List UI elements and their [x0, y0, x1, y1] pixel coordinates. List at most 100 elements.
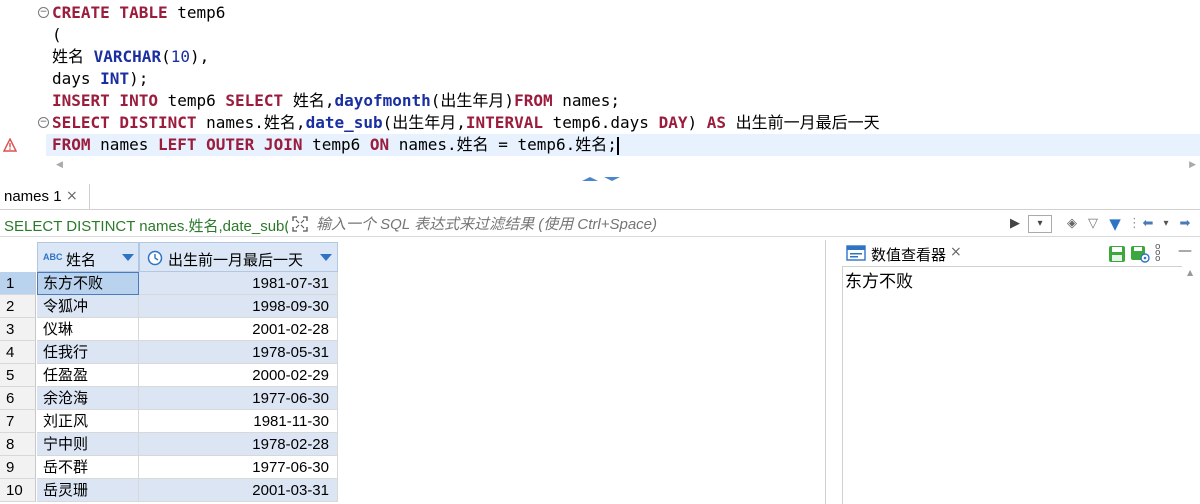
sql-token: names; [562, 91, 621, 110]
tab-value-viewer[interactable]: 数值查看器 × [842, 240, 972, 266]
row-number[interactable]: 8 [0, 433, 36, 456]
filter-icon[interactable]: ▼ [1106, 215, 1124, 233]
row-number[interactable]: 5 [0, 364, 36, 387]
row-number[interactable]: 10 [0, 479, 36, 502]
chevron-down-icon[interactable]: ▾ [1160, 215, 1172, 233]
table-row[interactable]: 6 余沧海 1977-06-30 [0, 387, 340, 410]
column-header-date[interactable]: 出生前一月最后一天 [139, 242, 338, 272]
column-header-label: 出生前一月最后一天 [168, 252, 304, 269]
close-icon[interactable]: × [66, 188, 78, 204]
clock-icon [147, 250, 163, 266]
filter-input[interactable] [316, 214, 996, 234]
sql-token: ( [52, 25, 62, 44]
sql-token: temp6 [167, 91, 226, 110]
row-number[interactable]: 6 [0, 387, 36, 410]
cell-date[interactable]: 1977-06-30 [139, 387, 338, 410]
table-row[interactable]: 5 任盈盈 2000-02-29 [0, 364, 340, 387]
column-sort-dropdown-icon[interactable] [320, 254, 332, 261]
table-row[interactable]: 1 东方不败 1981-07-31 [0, 272, 340, 295]
value-viewer-title: 数值查看器 [871, 247, 947, 264]
filter-history-dropdown-icon[interactable]: ▾ [1028, 215, 1052, 233]
sql-token: ) [687, 113, 707, 132]
cell-name[interactable]: 东方不败 [37, 272, 139, 295]
table-row[interactable]: 3 仪琳 2001-02-28 [0, 318, 340, 341]
cell-date[interactable]: 2001-02-28 [139, 318, 338, 341]
code-line: ( [52, 24, 62, 46]
close-icon[interactable]: × [950, 244, 962, 260]
save-icon[interactable] [1108, 245, 1126, 263]
cell-date[interactable]: 1981-11-30 [139, 410, 338, 433]
sql-token: names.姓名, [206, 113, 306, 132]
table-row[interactable]: 10 岳灵珊 2001-03-31 [0, 479, 340, 502]
cell-date[interactable]: 1998-09-30 [139, 295, 338, 318]
cell-date[interactable]: 1981-07-31 [139, 272, 338, 295]
value-viewer-content[interactable]: 东方不败 [842, 266, 1182, 504]
eraser-icon[interactable]: ◈ [1062, 215, 1082, 233]
sql-keyword: SELECT [225, 91, 293, 110]
scroll-right-icon[interactable]: ▶ [1189, 160, 1196, 170]
cell-name[interactable]: 岳灵珊 [37, 479, 139, 502]
divider [0, 209, 1200, 210]
table-row[interactable]: 2 令狐冲 1998-09-30 [0, 295, 340, 318]
run-filter-icon[interactable]: ▶ [1008, 215, 1022, 233]
tab-results[interactable]: names 1 × [0, 184, 90, 210]
sql-editor[interactable]: − − CREATE TABLE temp6 ( 姓名 VARCHAR(10),… [0, 0, 1200, 176]
forward-arrow-icon[interactable]: ➡ [1174, 215, 1196, 233]
row-number[interactable]: 1 [0, 272, 36, 295]
row-number[interactable]: 4 [0, 341, 36, 364]
cell-date[interactable]: 2000-02-29 [139, 364, 338, 387]
cell-name[interactable]: 岳不群 [37, 456, 139, 479]
fold-toggle-icon[interactable]: − [38, 117, 49, 128]
sql-token: names [100, 135, 158, 154]
sql-token: 10 [170, 47, 190, 66]
cell-date[interactable]: 1977-06-30 [139, 456, 338, 479]
code-line: SELECT DISTINCT names.姓名,date_sub(出生年月,I… [52, 112, 880, 134]
column-sort-dropdown-icon[interactable] [122, 254, 134, 261]
row-number[interactable]: 3 [0, 318, 36, 341]
cell-name[interactable]: 任我行 [37, 341, 139, 364]
save-settings-icon[interactable] [1130, 245, 1150, 263]
back-arrow-icon[interactable]: ⬅ [1138, 215, 1158, 233]
row-number[interactable]: 7 [0, 410, 36, 433]
cell-name[interactable]: 余沧海 [37, 387, 139, 410]
sql-keyword: CREATE TABLE [52, 3, 178, 22]
cell-date[interactable]: 2001-03-31 [139, 479, 338, 502]
filter-settings-icon[interactable]: ▽ [1084, 215, 1102, 233]
filter-bar: SELECT DISTINCT names.姓名,date_sub(出生年月,I… [0, 211, 1200, 237]
results-grid[interactable]: ABC 姓名 出生前一月最后一天 1 东方不败 1981-07-31 2 令狐冲 1998… [0, 240, 830, 504]
cell-name[interactable]: 刘正风 [37, 410, 139, 433]
editor-horizontal-scrollbar[interactable]: ◀ ▶ [46, 158, 1200, 172]
minimize-icon[interactable]: — [1178, 243, 1192, 259]
text-type-icon: ABC [43, 252, 63, 262]
sql-token: (出生年月) [430, 91, 515, 110]
table-row[interactable]: 9 岳不群 1977-06-30 [0, 456, 340, 479]
splitter-grip-icon[interactable] [580, 176, 622, 182]
cell-name[interactable]: 宁中则 [37, 433, 139, 456]
row-number[interactable]: 9 [0, 456, 36, 479]
sql-token: 出生前一月最后一天 [735, 113, 880, 132]
cell-date[interactable]: 1978-02-28 [139, 433, 338, 456]
grid-header: ABC 姓名 出生前一月最后一天 [0, 240, 340, 272]
cell-date[interactable]: 1978-05-31 [139, 341, 338, 364]
cell-name[interactable]: 令狐冲 [37, 295, 139, 318]
cell-name[interactable]: 任盈盈 [37, 364, 139, 387]
cell-name[interactable]: 仪琳 [37, 318, 139, 341]
table-row[interactable]: 7 刘正风 1981-11-30 [0, 410, 340, 433]
column-header-name[interactable]: ABC 姓名 [37, 242, 139, 272]
value-viewer-panel: 数值查看器 × ooo — 东方不败 ▲ [842, 240, 1200, 504]
vertical-scrollbar[interactable]: ▲ [1184, 266, 1200, 504]
scroll-up-icon[interactable]: ▲ [1187, 268, 1193, 277]
expand-icon[interactable] [292, 216, 308, 232]
more-options-icon[interactable]: ooo [1155, 243, 1161, 264]
sql-keyword: LEFT OUTER JOIN [157, 135, 313, 154]
table-row[interactable]: 4 任我行 1978-05-31 [0, 341, 340, 364]
sql-token: temp6 [312, 135, 370, 154]
fold-toggle-icon[interactable]: − [38, 7, 49, 18]
divider[interactable] [825, 240, 826, 504]
value-viewer-text[interactable]: 东方不败 [845, 267, 913, 292]
scroll-left-icon[interactable]: ◀ [56, 160, 63, 170]
value-viewer-icon [846, 245, 866, 261]
sql-keyword: DAY [658, 113, 688, 132]
row-number[interactable]: 2 [0, 295, 36, 318]
table-row[interactable]: 8 宁中则 1978-02-28 [0, 433, 340, 456]
